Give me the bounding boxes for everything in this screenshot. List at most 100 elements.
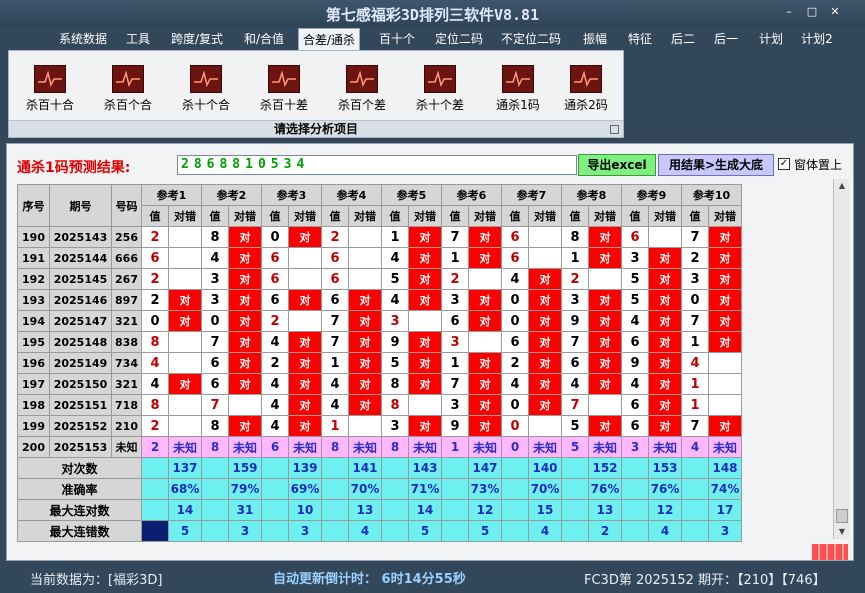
cell-hit: 对: [468, 394, 502, 416]
table-row[interactable]: 195 2025148 838 8 7 对 4 对 7 对 9 对 3 6 对 7 对 6 对 1 对: [17, 331, 742, 353]
cell-value: 3: [381, 310, 409, 332]
stats-spacer: [681, 520, 709, 542]
cell-hit: 对: [468, 352, 502, 374]
ribbon-button[interactable]: 通杀1码: [483, 65, 553, 113]
cell-hit: [168, 415, 202, 437]
cell-value: 8: [141, 394, 169, 416]
cell-value: 0: [201, 310, 229, 332]
header-hit: 对错: [528, 205, 562, 227]
cell-hit: 对: [708, 415, 742, 437]
cell-hit: 对: [228, 415, 262, 437]
header-ref: 参考1: [141, 184, 202, 206]
menu-item[interactable]: 工具: [122, 28, 154, 50]
header-ref: 参考10: [681, 184, 742, 206]
table-row[interactable]: 191 2025144 666 6 4 对 6 6 4 对 1 对 6 1 对 3 对 2 对: [17, 247, 742, 269]
minimize-icon[interactable]: –: [778, 4, 800, 20]
stats-value: 70%: [348, 478, 382, 500]
table-row[interactable]: 192 2025145 267 2 3 对 6 6 5 对 2 4 对 2 5 对 3 对: [17, 268, 742, 290]
cell-value: 4: [141, 373, 169, 395]
menu-item[interactable]: 定位二码: [430, 28, 488, 50]
pred-value: 8: [381, 436, 409, 458]
maximize-icon[interactable]: □: [801, 4, 823, 20]
table-row[interactable]: 193 2025146 897 2 对 3 对 6 对 6 对 4 对 3 对 0 对 3 对 5 对 0 对: [17, 289, 742, 311]
ribbon-button[interactable]: 杀百个差: [327, 65, 397, 113]
stats-value: 12: [468, 499, 502, 521]
cell-value: 6: [621, 394, 649, 416]
stats-spacer: [321, 457, 349, 479]
cell-value: 9: [381, 331, 409, 353]
table-row[interactable]: 190 2025143 256 2 8 对 0 对 2 1 对 7 对 6 8 对 6 7 对: [17, 226, 742, 248]
cell-hit: 对: [288, 373, 322, 395]
row-period: 2025152: [49, 415, 112, 437]
stats-value: 148: [708, 457, 742, 479]
cell-hit: 对: [648, 331, 682, 353]
menu-item[interactable]: 合差/通杀: [298, 28, 360, 50]
pred-value: 3: [621, 436, 649, 458]
menu-item[interactable]: 和/合值: [239, 28, 289, 50]
stats-row: 最大连对数 14 31 10 13 14 12 15 13 12 17: [17, 499, 742, 521]
cell-hit: 对: [408, 289, 442, 311]
ribbon-button-label: 杀十个差: [415, 98, 464, 112]
stats-value: 76%: [648, 478, 682, 500]
ribbon-button[interactable]: 杀十个差: [405, 65, 475, 113]
menu-item[interactable]: 计划2: [798, 28, 836, 50]
cell-hit: [288, 310, 322, 332]
menu-item[interactable]: 跨度/复式: [166, 28, 228, 50]
vertical-scrollbar[interactable]: ▲ ▼: [833, 179, 849, 539]
row-period: 2025147: [49, 310, 112, 332]
cell-value: 2: [441, 268, 469, 290]
ribbon-expand-icon[interactable]: [610, 125, 619, 134]
cell-hit: 对: [588, 373, 622, 395]
stats-spacer: [441, 520, 469, 542]
scroll-up-icon[interactable]: ▲: [834, 179, 850, 193]
pred-value: 8: [201, 436, 229, 458]
menu-item[interactable]: 计划: [754, 28, 788, 50]
current-data-label: 当前数据为：[福彩3D]: [30, 573, 163, 588]
row-code: 734: [111, 352, 142, 374]
stats-value: 68%: [168, 478, 202, 500]
stats-spacer: [381, 520, 409, 542]
ribbon-button[interactable]: 杀十个合: [171, 65, 241, 113]
export-excel-button[interactable]: 导出excel: [578, 154, 656, 176]
always-on-top-checkbox[interactable]: ✓: [778, 158, 790, 170]
stats-value: 76%: [588, 478, 622, 500]
header-hit: 对错: [648, 205, 682, 227]
ribbon-button[interactable]: 杀百个合: [93, 65, 163, 113]
header-value: 值: [681, 205, 709, 227]
scroll-thumb[interactable]: [836, 509, 848, 523]
chart-icon: [268, 65, 300, 93]
menu-item[interactable]: 百十个: [374, 28, 420, 50]
row-seq: 195: [17, 331, 50, 353]
cell-hit: 对: [468, 310, 502, 332]
menu-item[interactable]: 特征: [622, 28, 658, 50]
menu-item[interactable]: 振幅: [578, 28, 612, 50]
table-row[interactable]: 199 2025152 210 2 8 对 4 对 1 3 对 9 对 0 5 对 6 对 7 对: [17, 415, 742, 437]
table-row[interactable]: 198 2025151 718 8 7 4 对 4 对 8 3 对 0 对 7 6 对 1: [17, 394, 742, 416]
close-icon[interactable]: ✕: [824, 4, 846, 20]
table-row[interactable]: 194 2025147 321 0 对 0 对 2 7 对 3 6 对 0 对 9 对 4 对 7 对: [17, 310, 742, 332]
cell-value: 7: [681, 415, 709, 437]
generate-base-button[interactable]: 用结果>生成大底: [658, 154, 774, 176]
menu-item[interactable]: 后二: [666, 28, 700, 50]
table-row[interactable]: 196 2025149 734 4 6 对 2 对 1 对 5 对 1 对 2 对 6 对 9 对 4: [17, 352, 742, 374]
cell-value: 2: [681, 247, 709, 269]
ribbon-button[interactable]: 通杀2码: [551, 65, 621, 113]
cell-value: 3: [561, 289, 589, 311]
prediction-result-field[interactable]: 2868810534: [177, 155, 577, 175]
ribbon-button[interactable]: 杀百十合: [15, 65, 85, 113]
cell-hit: 对: [588, 415, 622, 437]
scroll-down-icon[interactable]: ▼: [834, 525, 850, 539]
table-row[interactable]: 197 2025150 321 4 对 6 对 4 对 4 对 8 对 7 对 4 对 4 对 4 对 1: [17, 373, 742, 395]
cell-value: 7: [201, 394, 229, 416]
menu-item[interactable]: 后一: [708, 28, 744, 50]
header-ref: 参考3: [261, 184, 322, 206]
cell-hit: 对: [408, 226, 442, 248]
prediction-row[interactable]: 200 2025153 未知 2 未知 8 未知 6 未知 8 未知 8 未知 1 未知 0 未知 5 未知 3 未知 4…: [17, 436, 742, 458]
cell-hit: 对: [288, 352, 322, 374]
menu-item[interactable]: 不定位二码: [498, 28, 564, 50]
menu-item[interactable]: 系统数据: [54, 28, 112, 50]
cell-value: 0: [501, 394, 529, 416]
pred-unknown: 未知: [648, 436, 682, 458]
cell-value: 0: [501, 415, 529, 437]
ribbon-button[interactable]: 杀百十差: [249, 65, 319, 113]
